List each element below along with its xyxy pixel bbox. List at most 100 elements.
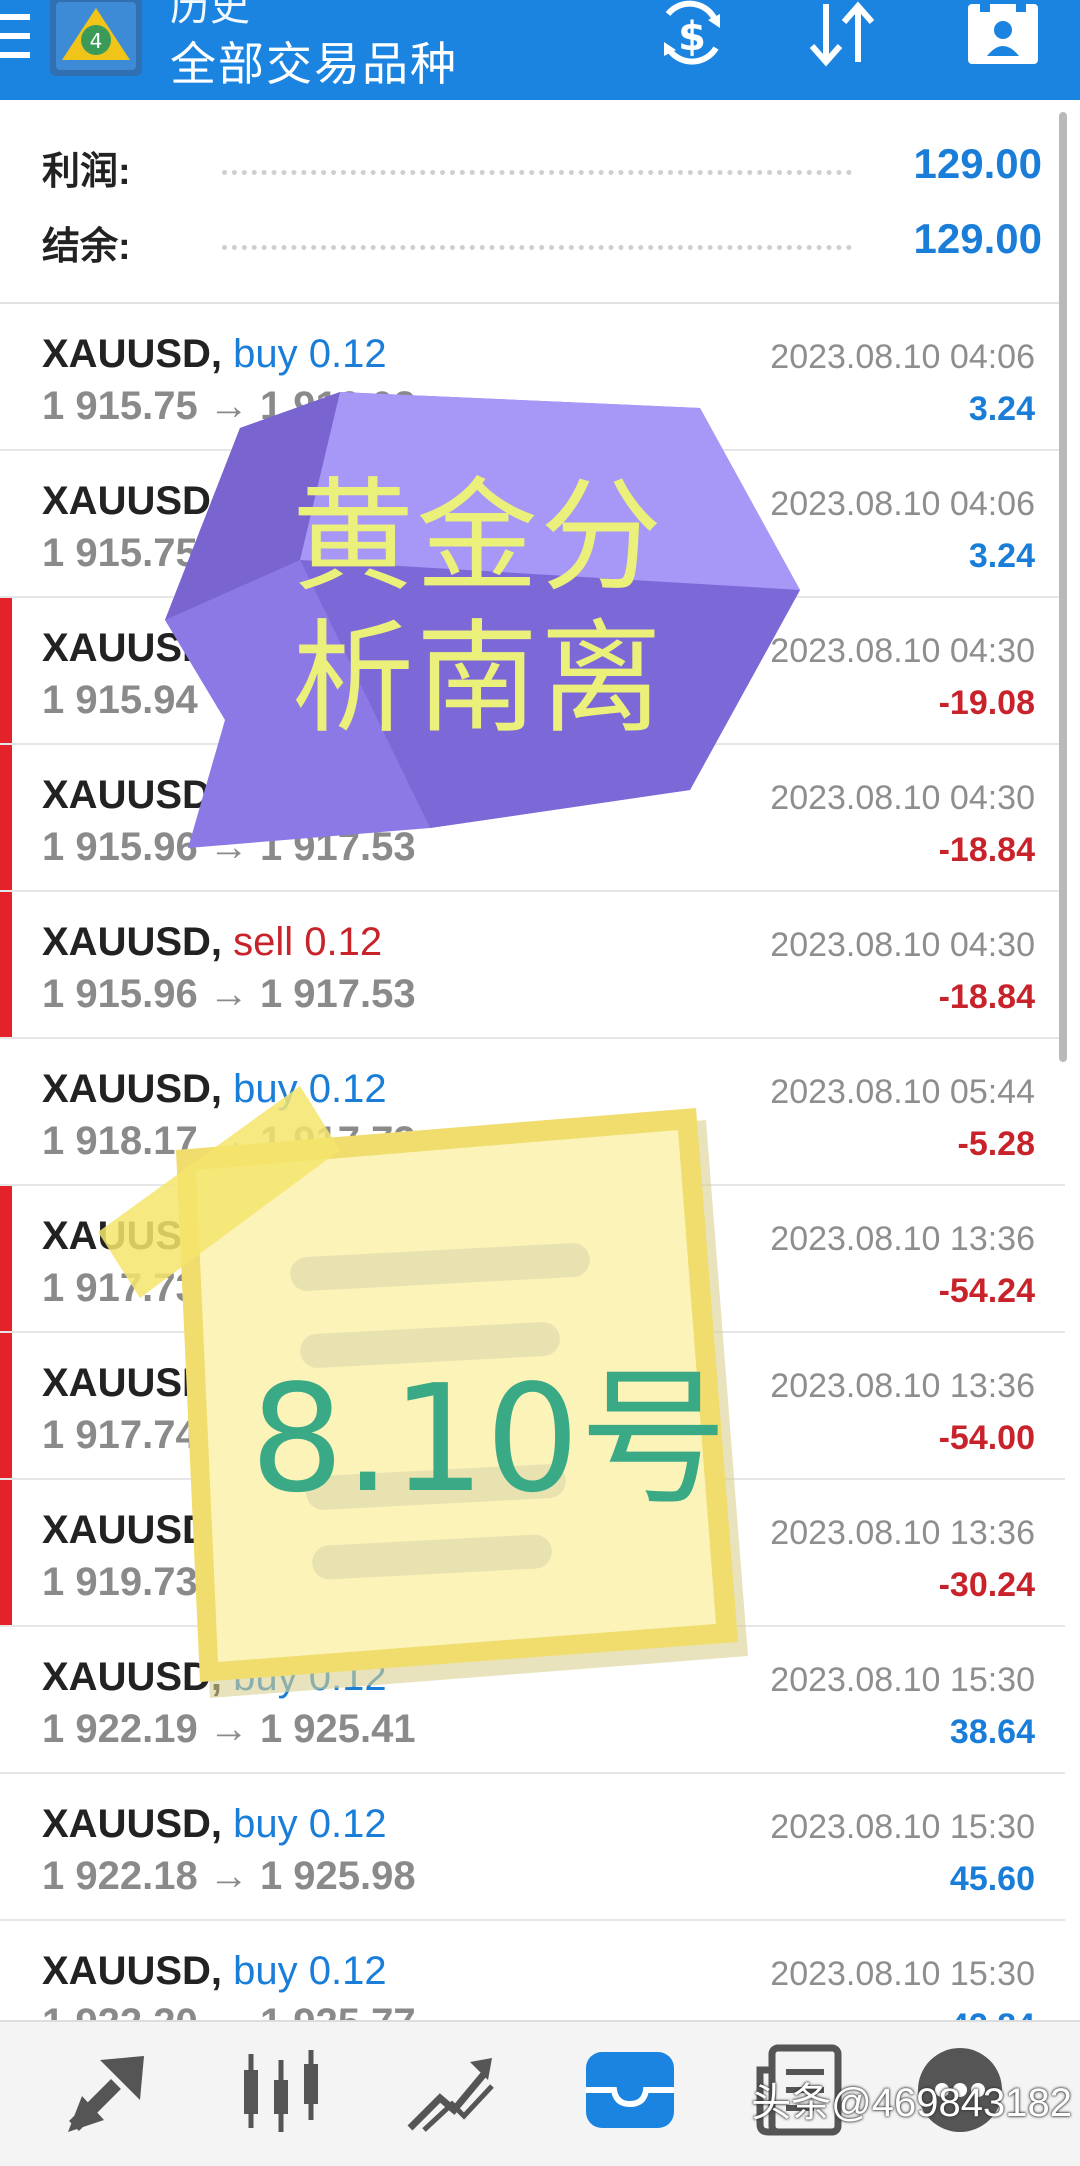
trade-side-volume: buy 0.12: [233, 332, 387, 376]
trade-symbol: XAUUSD, buy 0.12: [42, 1802, 387, 1847]
trade-time: 2023.08.10 15:30: [770, 1661, 1035, 1699]
trade-prices: 1 917.73 → 1 922.25: [42, 1266, 416, 1311]
symbol-label: XAUUSD,: [42, 1361, 223, 1405]
close-price: 1 917.73: [259, 1119, 416, 1163]
trade-row[interactable]: XAUUSD, sell 0.12 1 917.73 → 1 922.25 2023…: [0, 1186, 1065, 1333]
profit-label: 利润:: [42, 151, 131, 193]
quotes-icon[interactable]: [60, 2040, 160, 2140]
trade-symbol: XAUUSD, sell 0.12: [42, 1214, 382, 1259]
trade-time: 2023.08.10 04:06: [770, 338, 1035, 376]
arrow-right-icon: →: [197, 1854, 260, 1898]
trade-time: 2023.08.10 04:30: [770, 926, 1035, 964]
arrow-right-icon: →: [197, 825, 260, 869]
open-price: 1 919.73: [42, 1560, 198, 1604]
menu-icon[interactable]: [0, 14, 30, 58]
symbol-label: XAUUSD,: [42, 479, 223, 523]
symbol-label: XAUUSD,: [42, 626, 223, 670]
trade-side-volume: buy 0.12: [233, 1802, 387, 1846]
arrow-right-icon: →: [197, 1119, 260, 1163]
open-price: 1 922.19: [42, 1707, 198, 1751]
currency-exchange-icon[interactable]: $: [650, 0, 734, 70]
trade-profit: -18.84: [938, 978, 1035, 1016]
trade-time: 2023.08.10 13:36: [770, 1514, 1035, 1552]
trade-time: 2023.08.10 15:30: [770, 1955, 1035, 1993]
trade-time: 2023.08.10 04:30: [770, 632, 1035, 670]
bubble-text: 黄金分 析南离: [292, 466, 672, 750]
trade-profit: 3.24: [968, 537, 1035, 575]
profit-dots: [222, 170, 852, 175]
close-price: 1 922.25: [259, 1266, 416, 1310]
trade-prices: 1 915.75 → 1 916.02: [42, 384, 416, 429]
trade-profit: 45.60: [949, 1860, 1035, 1898]
bubble-text-line1: 黄金分: [292, 466, 664, 608]
calendar-icon[interactable]: [962, 0, 1046, 70]
symbol-label: XAUUSD,: [42, 332, 223, 376]
trade-profit: -19.08: [938, 684, 1035, 722]
trade-side-volume: buy 0.12: [233, 1949, 387, 1993]
open-price: 1 915.96: [42, 972, 198, 1016]
svg-text:$: $: [678, 14, 706, 60]
balance-dots: [222, 245, 852, 250]
note-text: 8.10号: [250, 1353, 728, 1525]
trade-profit: -54.24: [938, 1272, 1035, 1310]
open-price: 1 915.94: [42, 678, 198, 722]
trade-symbol: XAUUSD, buy 0.12: [42, 1949, 387, 1994]
sort-icon[interactable]: [800, 0, 884, 70]
trade-side-volume: sell 0.12: [233, 920, 383, 964]
trade-symbol: XAUUSD, buy 0.12: [42, 1067, 387, 1112]
trade-prices: 1 922.18 → 1 925.98: [42, 1854, 416, 1899]
symbol-label: XAUUSD,: [42, 773, 223, 817]
history-icon[interactable]: [580, 2040, 680, 2140]
close-price: 1 922.25: [259, 1560, 416, 1604]
trade-side-volume: buy 0.12: [233, 1655, 387, 1699]
trade-prices: 1 915.96 → 1 917.53: [42, 972, 416, 1017]
trade-profit: -54.00: [938, 1419, 1035, 1457]
bubble-text-line2: 析南离: [292, 608, 664, 750]
open-price: 1 915.75: [42, 531, 198, 575]
trade-time: 2023.08.10 04:30: [770, 779, 1035, 817]
arrow-right-icon: →: [197, 972, 260, 1016]
open-price: 1 917.74: [42, 1413, 198, 1457]
trade-row[interactable]: XAUUSD, buy 0.12 1 922.19 → 1 925.41 2023.…: [0, 1627, 1065, 1774]
trade-prices: 1 919.73 → 1 922.25: [42, 1560, 416, 1605]
trade-row[interactable]: XAUUSD, sell 0.12 1 915.96 → 1 917.53 2023…: [0, 892, 1065, 1039]
trade-time: 2023.08.10 13:36: [770, 1367, 1035, 1405]
trade-prices: 1 915.96 → 1 917.53: [42, 825, 416, 870]
trade-time: 2023.08.10 15:30: [770, 1808, 1035, 1846]
scrollbar[interactable]: [1059, 112, 1067, 1062]
symbol-label: XAUUSD,: [42, 1802, 223, 1846]
arrow-right-icon: →: [197, 678, 260, 722]
trade-profit: 3.24: [968, 390, 1035, 428]
trade-row[interactable]: XAUUSD, buy 0.12 1 915.75 → 1 916.02 2023.…: [0, 304, 1065, 451]
balance-row: 结余: 129.00: [42, 215, 1042, 275]
close-price: 1 916.02: [259, 384, 416, 428]
trade-profit: 38.64: [949, 1713, 1035, 1751]
trade-side-volume: sell 0.12: [233, 1214, 383, 1258]
trade-symbol: XAUUSD, buy 0.12: [42, 332, 387, 377]
arrow-right-icon: →: [197, 1560, 260, 1604]
close-price: 1 925.98: [259, 1854, 416, 1898]
trade-row[interactable]: XAUUSD, buy 0.12 1 922.18 → 1 925.98 2023.…: [0, 1774, 1065, 1921]
arrow-right-icon: →: [197, 1266, 260, 1310]
balance-value: 129.00: [913, 215, 1042, 262]
trade-side-volume: buy 0.12: [233, 1067, 387, 1111]
trade-profit: -18.84: [938, 831, 1035, 869]
app-logo: 4: [50, 0, 142, 76]
chart-icon[interactable]: [230, 2040, 330, 2140]
close-price: 1 917.53: [259, 825, 416, 869]
trade-icon[interactable]: [400, 2040, 500, 2140]
trade-profit: -5.28: [957, 1125, 1036, 1163]
svg-text:4: 4: [90, 29, 103, 53]
trade-row[interactable]: XAUUSD, sell 0.12 1 915.96 → 1 917.53 2023…: [0, 745, 1065, 892]
open-price: 1 915.75: [42, 384, 198, 428]
trade-row[interactable]: XAUUSD, buy 0.12 1 918.17 → 1 917.73 2023.…: [0, 1039, 1065, 1186]
trade-symbol: XAUUSD, buy 0.12: [42, 1655, 387, 1700]
open-price: 1 915.96: [42, 825, 198, 869]
symbol-label: XAUUSD,: [42, 1067, 223, 1111]
symbol-label: XAUUSD,: [42, 1949, 223, 1993]
trade-symbol: XAUUSD, sell 0.12: [42, 920, 382, 965]
trade-prices: 1 918.17 → 1 917.73: [42, 1119, 416, 1164]
open-price: 1 922.18: [42, 1854, 198, 1898]
watermark: 头条@469843182: [751, 2081, 1072, 2125]
header-title[interactable]: 全部交易品种: [170, 28, 458, 94]
